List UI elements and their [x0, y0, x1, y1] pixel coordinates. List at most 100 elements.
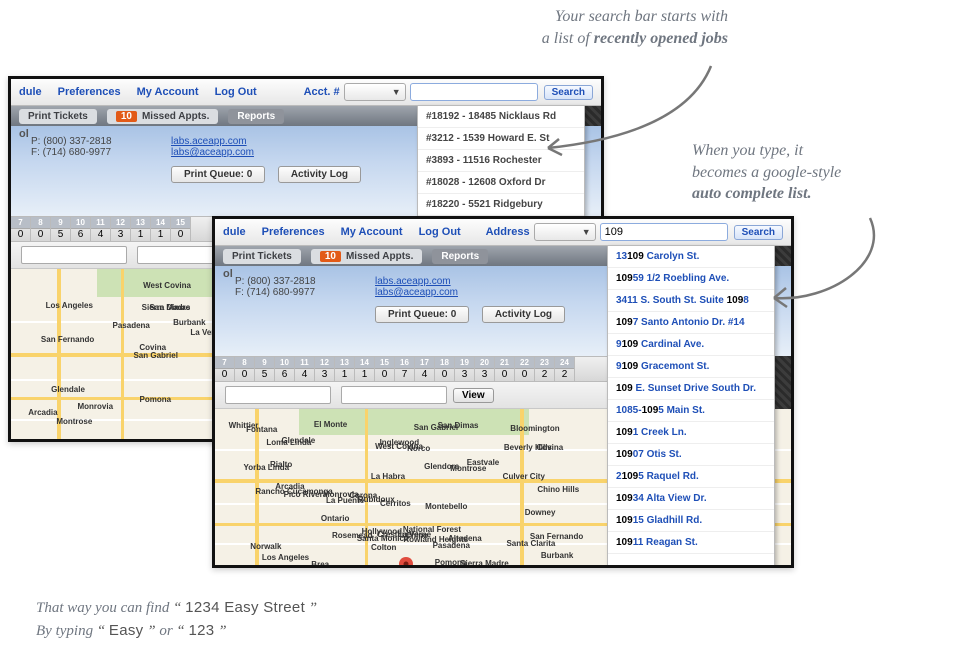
- window-autocomplete: dule Preferences My Account Log Out Addr…: [212, 216, 794, 568]
- map-city-label: Los Angeles: [46, 301, 93, 310]
- site-link[interactable]: labs.aceapp.com: [375, 276, 451, 287]
- nav-log-out[interactable]: Log Out: [419, 226, 461, 238]
- map-city-label: San Dimas: [149, 303, 190, 312]
- reports-button[interactable]: Reports: [432, 249, 488, 264]
- recent-jobs-dropdown: #18192 - 18485 Nicklaus Rd#3212 - 1539 H…: [417, 105, 585, 217]
- map-city-label: Montebello: [425, 502, 467, 511]
- recent-job-item[interactable]: #18028 - 12608 Oxford Dr: [418, 172, 584, 194]
- hour-cell: 114: [91, 217, 111, 241]
- print-tickets-button[interactable]: Print Tickets: [19, 109, 97, 124]
- autocomplete-item[interactable]: 13109 Carolyn St.: [608, 246, 774, 268]
- autocomplete-item[interactable]: 1091 Creek Ln.: [608, 422, 774, 444]
- map-city-label: Norco: [407, 444, 430, 453]
- autocomplete-item[interactable]: 1097 Santo Antonio Dr. #14: [608, 312, 774, 334]
- hour-cell: 180: [435, 357, 455, 381]
- nav-my-account[interactable]: My Account: [341, 226, 403, 238]
- nav-schedule[interactable]: dule: [19, 86, 42, 98]
- hour-cell: 106: [275, 357, 295, 381]
- map-city-label: Los Angeles: [262, 553, 309, 562]
- map-city-label: Burbank: [173, 318, 205, 327]
- activity-log-button[interactable]: Activity Log: [482, 306, 565, 323]
- map-city-label: Downey: [525, 508, 556, 517]
- email-link[interactable]: labs@aceapp.com: [171, 147, 254, 158]
- map-city-label: El Monte: [314, 420, 347, 429]
- site-link[interactable]: labs.aceapp.com: [171, 136, 247, 147]
- search-mode-select[interactable]: ▼: [534, 223, 596, 241]
- map-city-label: Chino Hills: [537, 485, 579, 494]
- recent-job-item[interactable]: #3893 - 11516 Rochester: [418, 150, 584, 172]
- hour-cell: 242: [555, 357, 575, 381]
- map-city-label: San Fernando: [41, 335, 94, 344]
- search-input[interactable]: [600, 223, 728, 241]
- hour-cell: 141: [151, 217, 171, 241]
- hour-cell: 220: [515, 357, 535, 381]
- hour-cell: 95: [51, 217, 71, 241]
- filter-input-1[interactable]: [21, 246, 127, 264]
- map-city-label: La Habra: [371, 472, 405, 481]
- nav-schedule[interactable]: dule: [223, 226, 246, 238]
- print-queue-button[interactable]: Print Queue: 0: [375, 306, 469, 323]
- hour-cell: 70: [215, 357, 235, 381]
- map-city-label: Culver City: [503, 472, 545, 481]
- nav-preferences[interactable]: Preferences: [58, 86, 121, 98]
- search-input[interactable]: [410, 83, 538, 101]
- map-city-label: Norwalk: [250, 542, 281, 551]
- search-button[interactable]: Search: [734, 225, 783, 240]
- map-city-label: Pomona: [435, 558, 467, 567]
- recent-job-item[interactable]: #18220 - 5521 Ridgebury: [418, 194, 584, 216]
- search-mode-select[interactable]: ▼: [344, 83, 406, 101]
- recent-job-item[interactable]: #18192 - 18485 Nicklaus Rd: [418, 106, 584, 128]
- autocomplete-item[interactable]: 10907 Otis St.: [608, 444, 774, 466]
- print-queue-button[interactable]: Print Queue: 0: [171, 166, 265, 183]
- hour-cell: 150: [171, 217, 191, 241]
- missed-appts-button[interactable]: 10 Missed Appts.: [107, 109, 219, 124]
- autocomplete-item[interactable]: 10915 Gladhill Rd.: [608, 510, 774, 532]
- search-button[interactable]: Search: [544, 85, 593, 100]
- nav-preferences[interactable]: Preferences: [262, 226, 325, 238]
- autocomplete-item[interactable]: 10911 Reagan St.: [608, 532, 774, 554]
- reports-button[interactable]: Reports: [228, 109, 284, 124]
- map-city-label: Covina: [139, 343, 166, 352]
- map-city-label: San Fernando: [530, 532, 583, 541]
- hour-cell: 203: [475, 357, 495, 381]
- autocomplete-item[interactable]: 1085-1095 Main St.: [608, 400, 774, 422]
- autocomplete-item[interactable]: 9109 Cardinal Ave.: [608, 334, 774, 356]
- autocomplete-item[interactable]: 10959 1/2 Roebling Ave.: [608, 268, 774, 290]
- hour-cell: 123: [111, 217, 131, 241]
- map-city-label: Burbank: [541, 551, 573, 560]
- filter-input-2[interactable]: [341, 386, 447, 404]
- hour-cell: 193: [455, 357, 475, 381]
- map-city-label: Glendora: [424, 462, 459, 471]
- nav-log-out[interactable]: Log Out: [215, 86, 257, 98]
- map-city-label: Rialto: [270, 460, 292, 469]
- autocomplete-item[interactable]: 10934 Alta View Dr.: [608, 488, 774, 510]
- search-mode-label: Address: [486, 226, 530, 238]
- hour-cell: 131: [131, 217, 151, 241]
- nav-my-account[interactable]: My Account: [137, 86, 199, 98]
- missed-count-badge: 10: [116, 111, 137, 122]
- chevron-down-icon: ▼: [392, 87, 401, 97]
- autocomplete-item[interactable]: 21095 Raquel Rd.: [608, 466, 774, 488]
- annotation-right: When you type, it becomes a google-style…: [692, 140, 952, 205]
- map-city-label: Ontario: [321, 514, 349, 523]
- map-city-label: Rancho Cucamonga: [255, 487, 332, 496]
- map-city-label: Monrovia: [77, 402, 113, 411]
- email-link[interactable]: labs@aceapp.com: [375, 287, 458, 298]
- print-tickets-button[interactable]: Print Tickets: [223, 249, 301, 264]
- map-city-label: Whittier: [229, 421, 259, 430]
- autocomplete-item[interactable]: 9109 Gracemont St.: [608, 356, 774, 378]
- map-city-label: Crestline: [377, 530, 411, 539]
- search-mode-label: Acct. #: [304, 86, 340, 98]
- recent-job-item[interactable]: #3212 - 1539 Howard E. St: [418, 128, 584, 150]
- filter-input-1[interactable]: [225, 386, 331, 404]
- hour-cell: 131: [335, 357, 355, 381]
- autocomplete-item[interactable]: 3411 S. South St. Suite 1098: [608, 290, 774, 312]
- map-city-label: Eastvale: [467, 458, 499, 467]
- map-city-label: San Dimas: [438, 421, 479, 430]
- missed-appts-button[interactable]: 10 Missed Appts.: [311, 249, 423, 264]
- map-city-label: Arcadia: [28, 408, 57, 417]
- view-button[interactable]: View: [453, 388, 494, 403]
- map-city-label: San Gabriel: [133, 351, 177, 360]
- autocomplete-item[interactable]: 109 E. Sunset Drive South Dr.: [608, 378, 774, 400]
- activity-log-button[interactable]: Activity Log: [278, 166, 361, 183]
